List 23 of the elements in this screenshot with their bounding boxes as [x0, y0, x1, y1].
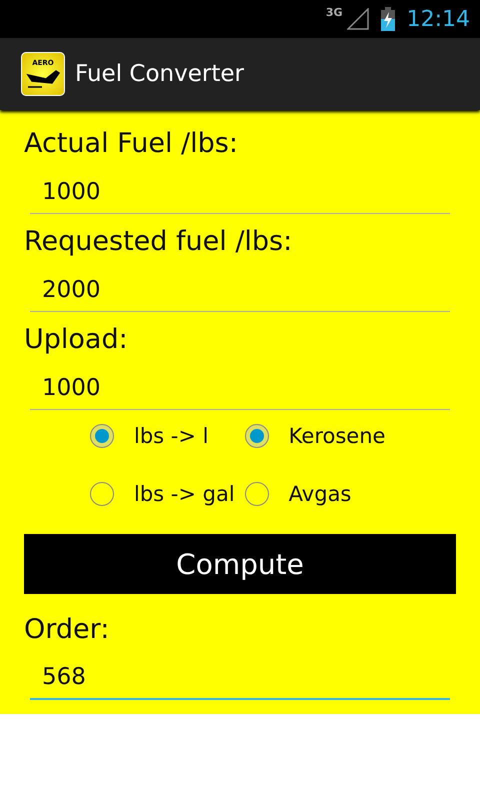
radio-label: lbs -> l: [134, 424, 210, 448]
radio-label: Avgas: [288, 482, 352, 506]
input-field[interactable]: 1000: [30, 360, 450, 410]
signal-icon: [346, 8, 369, 30]
radio-button[interactable]: [244, 482, 269, 506]
radio-label: Kerosene: [288, 424, 386, 448]
radio-button[interactable]: [244, 424, 269, 448]
network-label: 3G: [326, 6, 343, 19]
app-title: Fuel Converter: [75, 61, 244, 87]
radio-button[interactable]: [90, 424, 114, 448]
field-label: Upload:: [24, 323, 129, 357]
result-field[interactable]: 568: [30, 650, 450, 700]
field-label: Actual Fuel /lbs:: [24, 127, 239, 161]
input-field[interactable]: 1000: [30, 164, 450, 214]
radio-button[interactable]: [90, 482, 114, 506]
plane-icon: [26, 67, 60, 89]
radio-label: lbs -> gal: [134, 482, 235, 506]
field-label: Requested fuel /lbs:: [24, 225, 294, 259]
input-field[interactable]: 2000: [30, 262, 450, 312]
result-label: Order:: [24, 613, 110, 647]
clock-time: 12:14: [406, 6, 470, 32]
battery-charging-icon: [380, 7, 395, 31]
compute-button[interactable]: Compute: [24, 534, 456, 594]
